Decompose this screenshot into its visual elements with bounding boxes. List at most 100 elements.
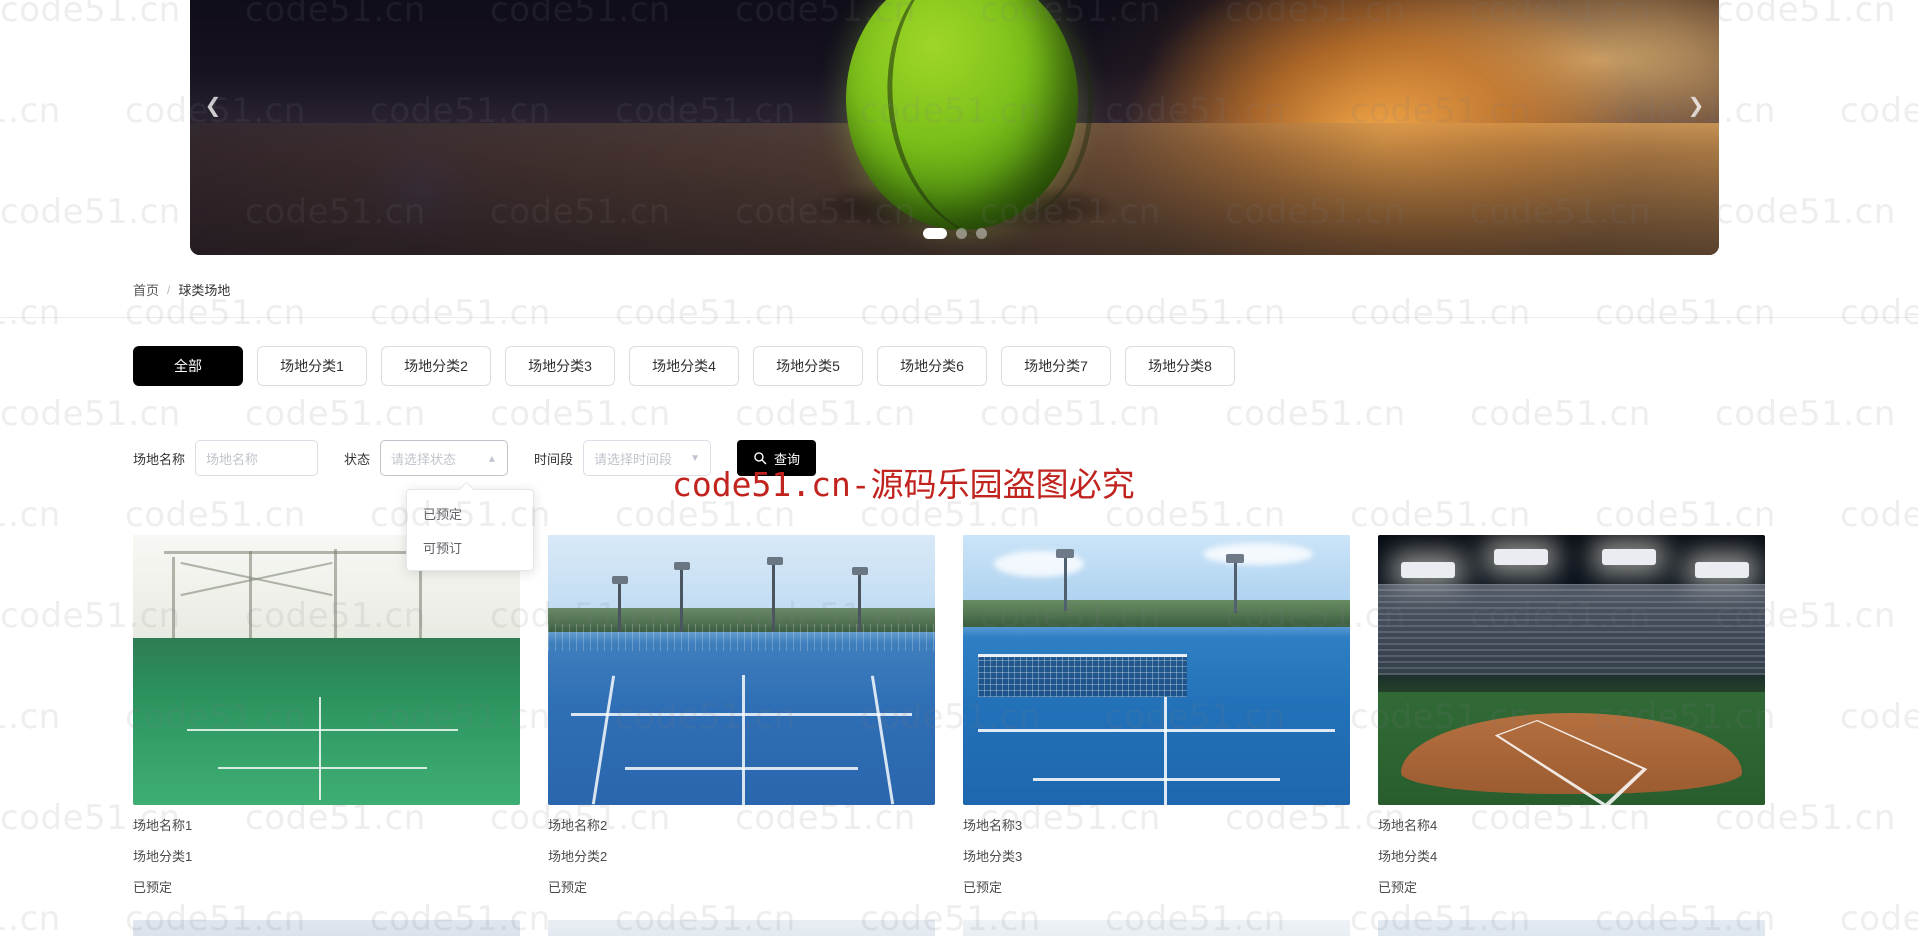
venue-image-4[interactable] (1378, 535, 1765, 805)
venue-category-3: 场地分类3 (963, 849, 1023, 864)
status-label: 状态 (344, 451, 371, 467)
watermark-tile: code51.cn (0, 0, 181, 30)
watermark-tile: code51.cn (980, 394, 1161, 434)
venue-card-6[interactable] (548, 920, 935, 936)
category-chip-1[interactable]: 场地分类1 (257, 346, 367, 386)
venue-meta-2: 场地名称2 场地分类2 已预定 (548, 805, 935, 894)
venue-meta-4: 场地名称4 场地分类4 已预定 (1378, 805, 1765, 894)
category-chip-7[interactable]: 场地分类7 (1001, 346, 1111, 386)
venue-card-5[interactable] (133, 920, 520, 936)
category-chip-5[interactable]: 场地分类5 (753, 346, 863, 386)
venue-category-4: 场地分类4 (1378, 849, 1438, 864)
venue-card-7[interactable] (963, 920, 1350, 936)
venue-meta-3: 场地名称3 场地分类3 已预定 (963, 805, 1350, 894)
watermark-tile: code51.cn (0, 192, 181, 232)
status-dropdown-panel[interactable]: 已预定 可预订 (406, 489, 534, 571)
category-chip-3[interactable]: 场地分类3 (505, 346, 615, 386)
venue-meta-1: 场地名称1 场地分类1 已预定 (133, 805, 520, 894)
venue-image-8[interactable] (1378, 920, 1765, 936)
watermark-tile: code51.cn (1840, 697, 1918, 737)
venue-image-2[interactable] (548, 535, 935, 805)
indoor-court-artwork (133, 535, 520, 805)
watermark-tile: code51.cn (1105, 495, 1286, 535)
outdoor-court-artwork-b (963, 535, 1350, 805)
breadcrumb-home[interactable]: 首页 (133, 280, 159, 299)
venue-name-4: 场地名称4 (1378, 818, 1438, 833)
venue-image-6[interactable] (548, 920, 935, 936)
venue-image-3[interactable] (963, 535, 1350, 805)
breadcrumb-separator: / (167, 282, 171, 297)
watermark-tile: code51.cn (735, 394, 916, 434)
watermark-tile: code51.cn (1840, 495, 1918, 535)
venue-card-2[interactable]: 场地名称2 场地分类2 已预定 (548, 535, 935, 894)
hero-carousel[interactable]: ❮ ❯ (190, 0, 1719, 255)
watermark-tile: code51.cn (0, 91, 61, 131)
status-option-available[interactable]: 可预订 (407, 530, 533, 564)
chevron-left-icon[interactable]: ❮ (196, 88, 230, 122)
venue-card-grid: 场地名称1 场地分类1 已预定 场地名称2 场地分类2 已预定 场地名称3 场地… (133, 535, 1793, 936)
carousel-dot-1[interactable] (922, 228, 947, 239)
filter-bar: 场地名称 场地名称 状态 请选择状态 ▼ 时间段 请选择时间段 ▼ 查询 (133, 440, 817, 476)
venue-status-1: 已预定 (133, 880, 173, 895)
venue-category-2: 场地分类2 (548, 849, 608, 864)
venue-image-5[interactable] (133, 920, 520, 936)
category-filter-list[interactable]: 全部 场地分类1 场地分类2 场地分类3 场地分类4 场地分类5 场地分类6 场… (133, 346, 1235, 386)
status-select[interactable]: 请选择状态 ▼ (380, 440, 509, 476)
venue-card-4[interactable]: 场地名称4 场地分类4 已预定 (1378, 535, 1765, 894)
venue-name-3: 场地名称3 (963, 818, 1023, 833)
carousel-indicators[interactable] (922, 228, 987, 239)
category-chip-4[interactable]: 场地分类4 (629, 346, 739, 386)
breadcrumb-current: 球类场地 (178, 283, 231, 298)
watermark-tile: code51.cn (0, 394, 181, 434)
category-chip-8[interactable]: 场地分类8 (1125, 346, 1235, 386)
venue-name-1: 场地名称1 (133, 818, 193, 833)
venue-artwork-5 (133, 920, 520, 936)
period-filter: 时间段 请选择时间段 ▼ (534, 440, 712, 476)
search-button[interactable]: 查询 (737, 440, 817, 476)
venue-name-filter: 场地名称 场地名称 (133, 440, 319, 476)
venue-image-7[interactable] (963, 920, 1350, 936)
watermark-tile: code51.cn (0, 495, 61, 535)
period-label: 时间段 (534, 451, 574, 467)
venue-status-2: 已预定 (548, 880, 588, 895)
search-icon (753, 451, 767, 465)
venue-name-2: 场地名称2 (548, 818, 608, 833)
hero-slide-image (190, 0, 1719, 255)
venue-card-1[interactable]: 场地名称1 场地分类1 已预定 (133, 535, 520, 894)
watermark-tile: code51.cn (1840, 899, 1918, 936)
watermark-tile: code51.cn (0, 899, 61, 936)
breadcrumb-bar: 首页 / 球类场地 (0, 272, 1918, 318)
status-option-booked[interactable]: 已预定 (407, 496, 533, 530)
watermark-tile: code51.cn (245, 394, 426, 434)
watermark-tile: code51.cn (0, 697, 61, 737)
venue-booking-page: ❮ ❯ 首页 / 球类场地 全部 场地分类1 场地分类2 场地分类3 场地分类4… (0, 0, 1918, 936)
watermark-tile: code51.cn (125, 495, 306, 535)
watermark-tile: code51.cn (1350, 495, 1531, 535)
stadium-night-artwork (1378, 535, 1765, 805)
venue-artwork-7 (963, 920, 1350, 936)
carousel-dot-2[interactable] (955, 228, 967, 239)
period-placeholder: 请选择时间段 (594, 451, 673, 467)
venue-name-input[interactable]: 场地名称 (195, 440, 319, 476)
category-chip-all[interactable]: 全部 (133, 346, 243, 386)
venue-image-1[interactable] (133, 535, 520, 805)
watermark-tile: code51.cn (1225, 394, 1406, 434)
category-chip-6[interactable]: 场地分类6 (877, 346, 987, 386)
search-button-label: 查询 (774, 451, 801, 467)
watermark-tile: code51.cn (490, 394, 671, 434)
venue-status-4: 已预定 (1378, 880, 1418, 895)
chevron-up-icon: ▼ (487, 452, 498, 464)
carousel-dot-3[interactable] (975, 228, 987, 239)
chevron-right-icon[interactable]: ❯ (1679, 88, 1713, 122)
venue-card-8[interactable] (1378, 920, 1765, 936)
category-chip-2[interactable]: 场地分类2 (381, 346, 491, 386)
outdoor-court-artwork-a (548, 535, 935, 805)
watermark-tile: code51.cn (1840, 91, 1918, 131)
venue-card-3[interactable]: 场地名称3 场地分类3 已预定 (963, 535, 1350, 894)
period-select[interactable]: 请选择时间段 ▼ (583, 440, 712, 476)
watermark-tile: code51.cn (1715, 394, 1896, 434)
watermark-tile: code51.cn (1595, 495, 1776, 535)
venue-artwork-8 (1378, 920, 1765, 936)
watermark-tile: code51.cn (1715, 0, 1896, 30)
venue-artwork-6 (548, 920, 935, 936)
